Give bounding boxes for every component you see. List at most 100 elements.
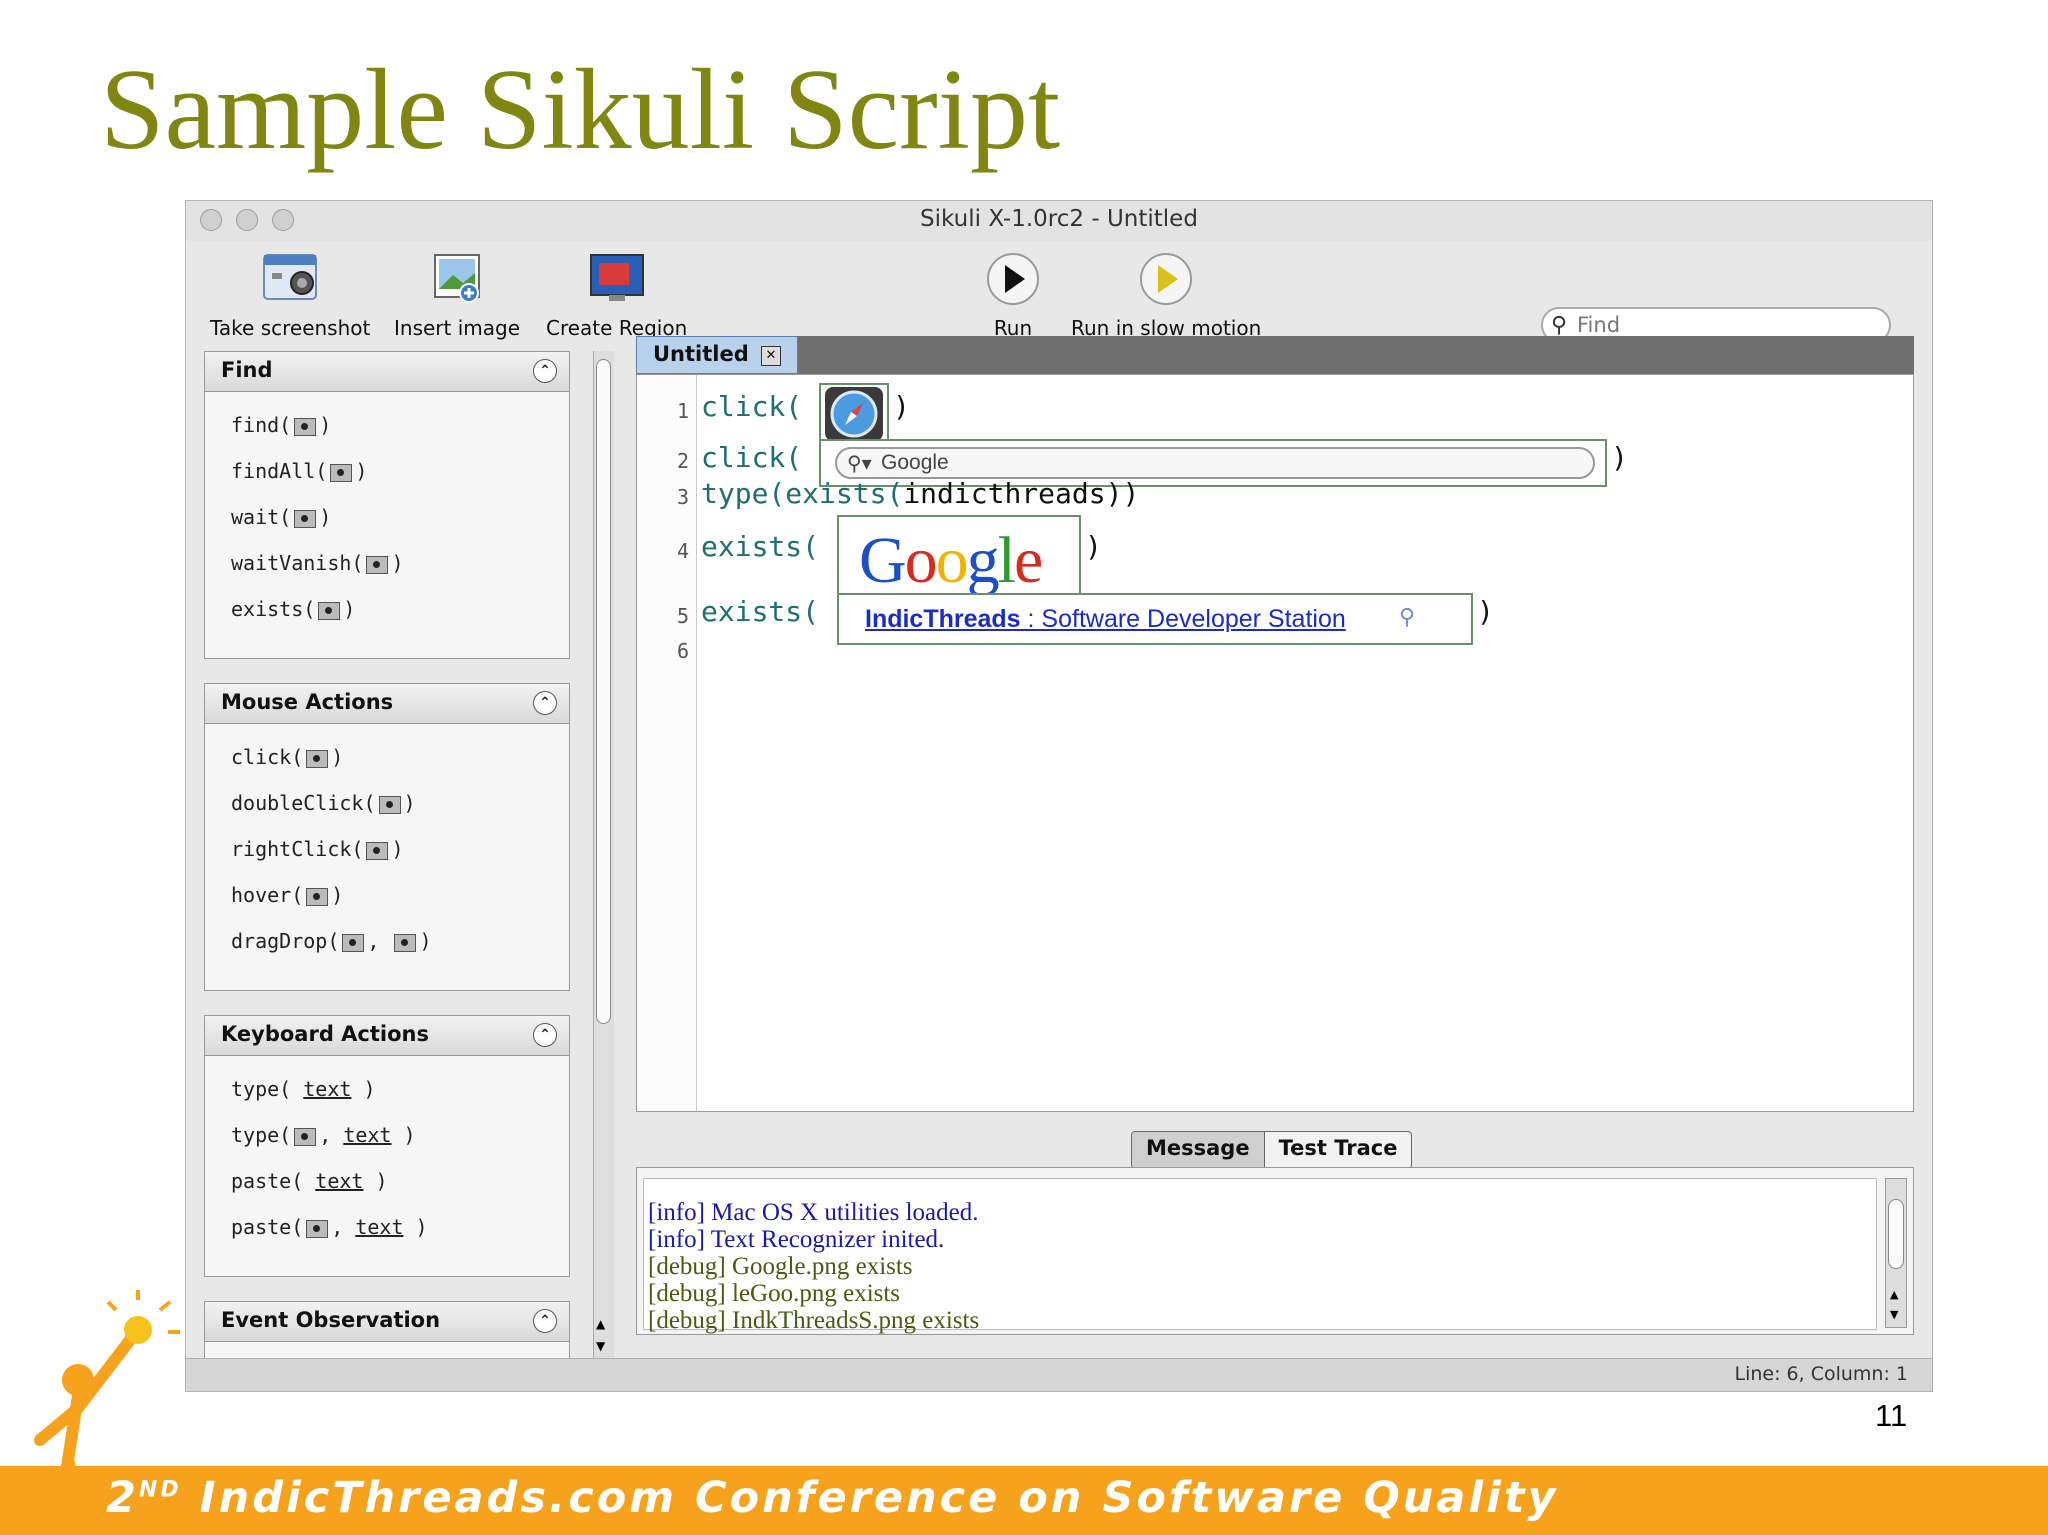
capture-icon (394, 933, 417, 952)
code-editor[interactable]: 1 2 3 4 5 6 click( ) click( ⚲▾ Google) … (636, 374, 1914, 1112)
magnifier-icon: ⚲ (1399, 605, 1416, 630)
camera-icon (263, 254, 318, 300)
scroll-up-icon[interactable]: ▲ (1890, 1288, 1898, 1301)
take-screenshot-button[interactable]: Take screenshot (210, 249, 370, 340)
capture-icon (306, 749, 329, 768)
insert-image-button[interactable]: Insert image (394, 249, 520, 340)
collapse-icon[interactable]: ⌃ (533, 1309, 557, 1333)
mouse-panel-header[interactable]: Mouse Actions ⌃ (205, 684, 569, 724)
line-number: 6 (676, 639, 689, 663)
paren: ) (893, 390, 910, 423)
mascot-logo (34, 1290, 180, 1535)
cmd-wait[interactable]: wait() (205, 494, 569, 540)
page-number: 11 (1875, 1398, 1908, 1433)
capture-icon (330, 463, 353, 482)
collapse-icon[interactable]: ⌃ (533, 1023, 557, 1047)
scroll-up-icon[interactable]: ▲ (596, 1317, 605, 1331)
indicthreads-link-pattern[interactable]: IndicThreads : Software Developer Statio… (837, 593, 1473, 645)
message-console: [info] Mac OS X utilities loaded. [info]… (636, 1167, 1914, 1335)
collapse-icon[interactable]: ⌃ (533, 691, 557, 715)
create-region-icon (589, 254, 644, 301)
run-slow-motion-button[interactable]: Run in slow motion (1071, 249, 1261, 340)
code-line-4: exists( (701, 530, 820, 563)
cmd-rightclick[interactable]: rightClick() (205, 826, 569, 872)
capture-icon (342, 933, 365, 952)
capture-icon (294, 417, 317, 436)
sidebar-scroll-thumb[interactable] (596, 359, 611, 1024)
search-field-text: Google (881, 451, 949, 474)
insert-image-icon (434, 254, 480, 303)
line-number: 5 (676, 604, 689, 628)
create-region-button[interactable]: Create Region (546, 249, 687, 340)
cmd-hover[interactable]: hover() (205, 872, 569, 918)
line-number: 2 (676, 449, 689, 473)
capture-icon (294, 1127, 317, 1146)
cursor-position: Line: 6, Column: 1 (1734, 1363, 1909, 1385)
cmd-click[interactable]: click() (205, 734, 569, 780)
cmd-findall[interactable]: findAll() (205, 448, 569, 494)
cmd-waitvanish[interactable]: waitVanish() (205, 540, 569, 586)
find-panel-header[interactable]: Find ⌃ (205, 352, 569, 392)
editor-tab-strip: Untitled ✕ (636, 336, 1914, 374)
cmd-paste-text[interactable]: paste( text ) (205, 1158, 569, 1204)
search-icon: ⚲▾ (847, 453, 872, 475)
play-icon (987, 253, 1039, 305)
find-panel-title: Find (221, 358, 273, 382)
tab-label: Untitled (653, 342, 749, 366)
log-line: [debug] Google.png exists (648, 1253, 913, 1280)
tab-untitled[interactable]: Untitled ✕ (636, 336, 798, 374)
mouse-actions-panel: Mouse Actions ⌃ click() doubleClick() ri… (204, 683, 570, 991)
console-tabs: Message Test Trace (1131, 1131, 1413, 1169)
log-line: [debug] IndkThreadsS.png exists (648, 1307, 980, 1334)
log-line: [info] Text Recognizer inited. (648, 1226, 945, 1253)
google-logo: Google (859, 524, 1043, 597)
sikuli-window: Sikuli X-1.0rc2 - Untitled Take screensh… (185, 200, 1933, 1392)
capture-icon (306, 1219, 329, 1238)
tab-message[interactable]: Message (1132, 1132, 1265, 1168)
title-bar: Sikuli X-1.0rc2 - Untitled (186, 201, 1932, 241)
scroll-down-icon[interactable]: ▼ (596, 1339, 605, 1353)
event-observation-panel: Event Observation ⌃ (204, 1301, 570, 1361)
indicthreads-link: IndicThreads : Software Developer Statio… (865, 605, 1346, 633)
code-line-5: exists( (701, 595, 820, 628)
console-scrollbar[interactable]: ▲ ▼ (1885, 1178, 1907, 1328)
paren: ) (1477, 595, 1494, 628)
run-button[interactable]: Run (981, 249, 1045, 340)
footer-text: 2ND IndicThreads.com Conference on Softw… (106, 1473, 1559, 1523)
capture-icon (294, 509, 317, 528)
close-tab-icon[interactable]: ✕ (761, 346, 781, 366)
find-placeholder: Find (1577, 313, 1621, 337)
keyboard-panel-header[interactable]: Keyboard Actions ⌃ (205, 1016, 569, 1056)
collapse-icon[interactable]: ⌃ (533, 359, 557, 383)
cmd-dragdrop[interactable]: dragDrop(, ) (205, 918, 569, 964)
keyboard-actions-panel: Keyboard Actions ⌃ type( text ) type(, t… (204, 1015, 570, 1277)
console-scroll-thumb[interactable] (1888, 1199, 1904, 1269)
command-sidebar: Find ⌃ find() findAll() wait() waitVanis… (204, 351, 576, 1361)
code-line-1: click( (701, 390, 803, 423)
find-panel: Find ⌃ find() findAll() wait() waitVanis… (204, 351, 570, 659)
cmd-exists[interactable]: exists() (205, 586, 569, 632)
mouse-panel-title: Mouse Actions (221, 690, 394, 714)
window-title: Sikuli X-1.0rc2 - Untitled (920, 206, 1198, 232)
event-panel-header[interactable]: Event Observation ⌃ (205, 1302, 569, 1342)
line-number: 1 (676, 399, 689, 423)
log-line: [debug] leGoo.png exists (648, 1280, 901, 1307)
take-screenshot-label: Take screenshot (210, 316, 371, 340)
event-panel-title: Event Observation (221, 1308, 441, 1332)
tab-test-trace[interactable]: Test Trace (1265, 1132, 1412, 1168)
slide-title: Sample Sikuli Script (100, 46, 1061, 174)
search-icon: ⚲ (1551, 313, 1568, 338)
cmd-find[interactable]: find() (205, 402, 569, 448)
slow-play-icon (1140, 253, 1193, 305)
safari-compass-icon (825, 387, 883, 441)
sidebar-scrollbar[interactable]: ▲ ▼ (593, 351, 614, 1361)
scroll-down-icon[interactable]: ▼ (1890, 1308, 1898, 1321)
cmd-type-image-text[interactable]: type(, text ) (205, 1112, 569, 1158)
capture-icon (366, 841, 389, 860)
safari-image-pattern[interactable] (819, 383, 889, 445)
cmd-doubleclick[interactable]: doubleClick() (205, 780, 569, 826)
cmd-paste-image-text[interactable]: paste(, text ) (205, 1204, 569, 1250)
cmd-type-text[interactable]: type( text ) (205, 1066, 569, 1112)
code-line-3: type(exists(indicthreads)) (701, 477, 1140, 510)
paren: ) (1085, 530, 1102, 563)
